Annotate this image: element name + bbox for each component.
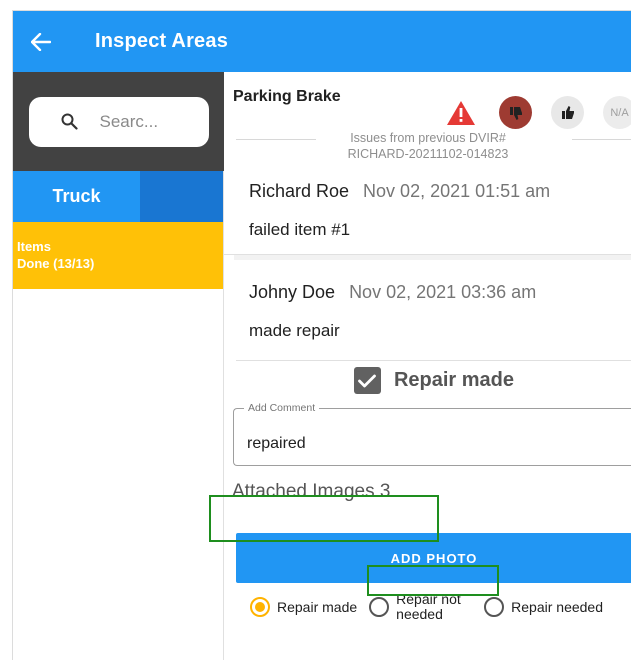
add-photo-label: ADD PHOTO (390, 550, 478, 566)
entry-text: failed item #1 (249, 220, 351, 239)
radio-label: Repair made (277, 598, 358, 615)
radio-repair-needed[interactable]: Repair needed (484, 597, 603, 617)
radio-unselected-icon (484, 597, 505, 617)
previous-dvir-label: Issues from previous DVIR# RICHARD-20211… (224, 122, 631, 164)
tab-truck[interactable]: Truck (13, 171, 140, 222)
sidebar: Searc... Truck Items Done (13/13) (13, 72, 224, 660)
search-placeholder: Searc... (99, 111, 159, 131)
items-done-count: Done (13/13) (17, 256, 95, 271)
entry-author: Richard Roe (249, 180, 350, 201)
page-title: Inspect Areas (95, 30, 229, 52)
divider (234, 255, 631, 260)
app-bar: Inspect Areas (13, 11, 631, 72)
radio-selected-icon (250, 597, 270, 617)
radio-unselected-icon (369, 597, 390, 617)
radio-label: Repair not needed (396, 591, 461, 622)
entry-datetime: Nov 02, 2021 03:36 am (349, 281, 537, 302)
radio-repair-made[interactable]: Repair made (250, 597, 357, 617)
app-frame: Inspect Areas Searc... Truck Items Done … (12, 10, 631, 660)
item-header: Parking Brake N/A (224, 72, 631, 129)
entry-datetime: Nov 02, 2021 01:51 am (363, 180, 551, 201)
radio-repair-not-needed[interactable]: Repair not needed (369, 592, 472, 622)
sidebar-item-items[interactable]: Items Done (13/13) (13, 222, 223, 289)
items-title: Items (17, 239, 51, 254)
previous-dvir-id: RICHARD-20211102-014823 (347, 147, 509, 161)
repair-entry: Johny Doe Nov 02, 2021 03:36 am made rep… (224, 273, 631, 362)
repair-made-label: Repair made (393, 369, 515, 391)
defect-entry: Richard Roe Nov 02, 2021 01:51 am failed… (224, 172, 631, 255)
highlight-add-photo (367, 565, 499, 596)
search-icon (61, 113, 78, 130)
entry-author: Johny Doe (249, 281, 336, 302)
vehicle-tabs: Truck (13, 171, 223, 222)
search-area: Searc... (13, 72, 224, 171)
add-comment-field[interactable]: Add Comment repaired (233, 402, 631, 466)
entry-text: made repair (249, 321, 340, 340)
tab-secondary[interactable] (140, 171, 223, 222)
search-input[interactable]: Searc... (28, 96, 209, 147)
back-arrow-icon[interactable] (13, 11, 69, 72)
checkbox-checked-icon (353, 367, 381, 394)
comment-label: Add Comment (244, 402, 320, 414)
previous-dvir-line1: Issues from previous DVIR# (350, 131, 506, 145)
repair-made-checkbox[interactable]: Repair made (236, 360, 631, 400)
radio-label: Repair needed (511, 598, 604, 615)
comment-value: repaired (247, 435, 306, 452)
highlight-attached-images (209, 495, 439, 542)
item-name: Parking Brake (233, 88, 341, 105)
